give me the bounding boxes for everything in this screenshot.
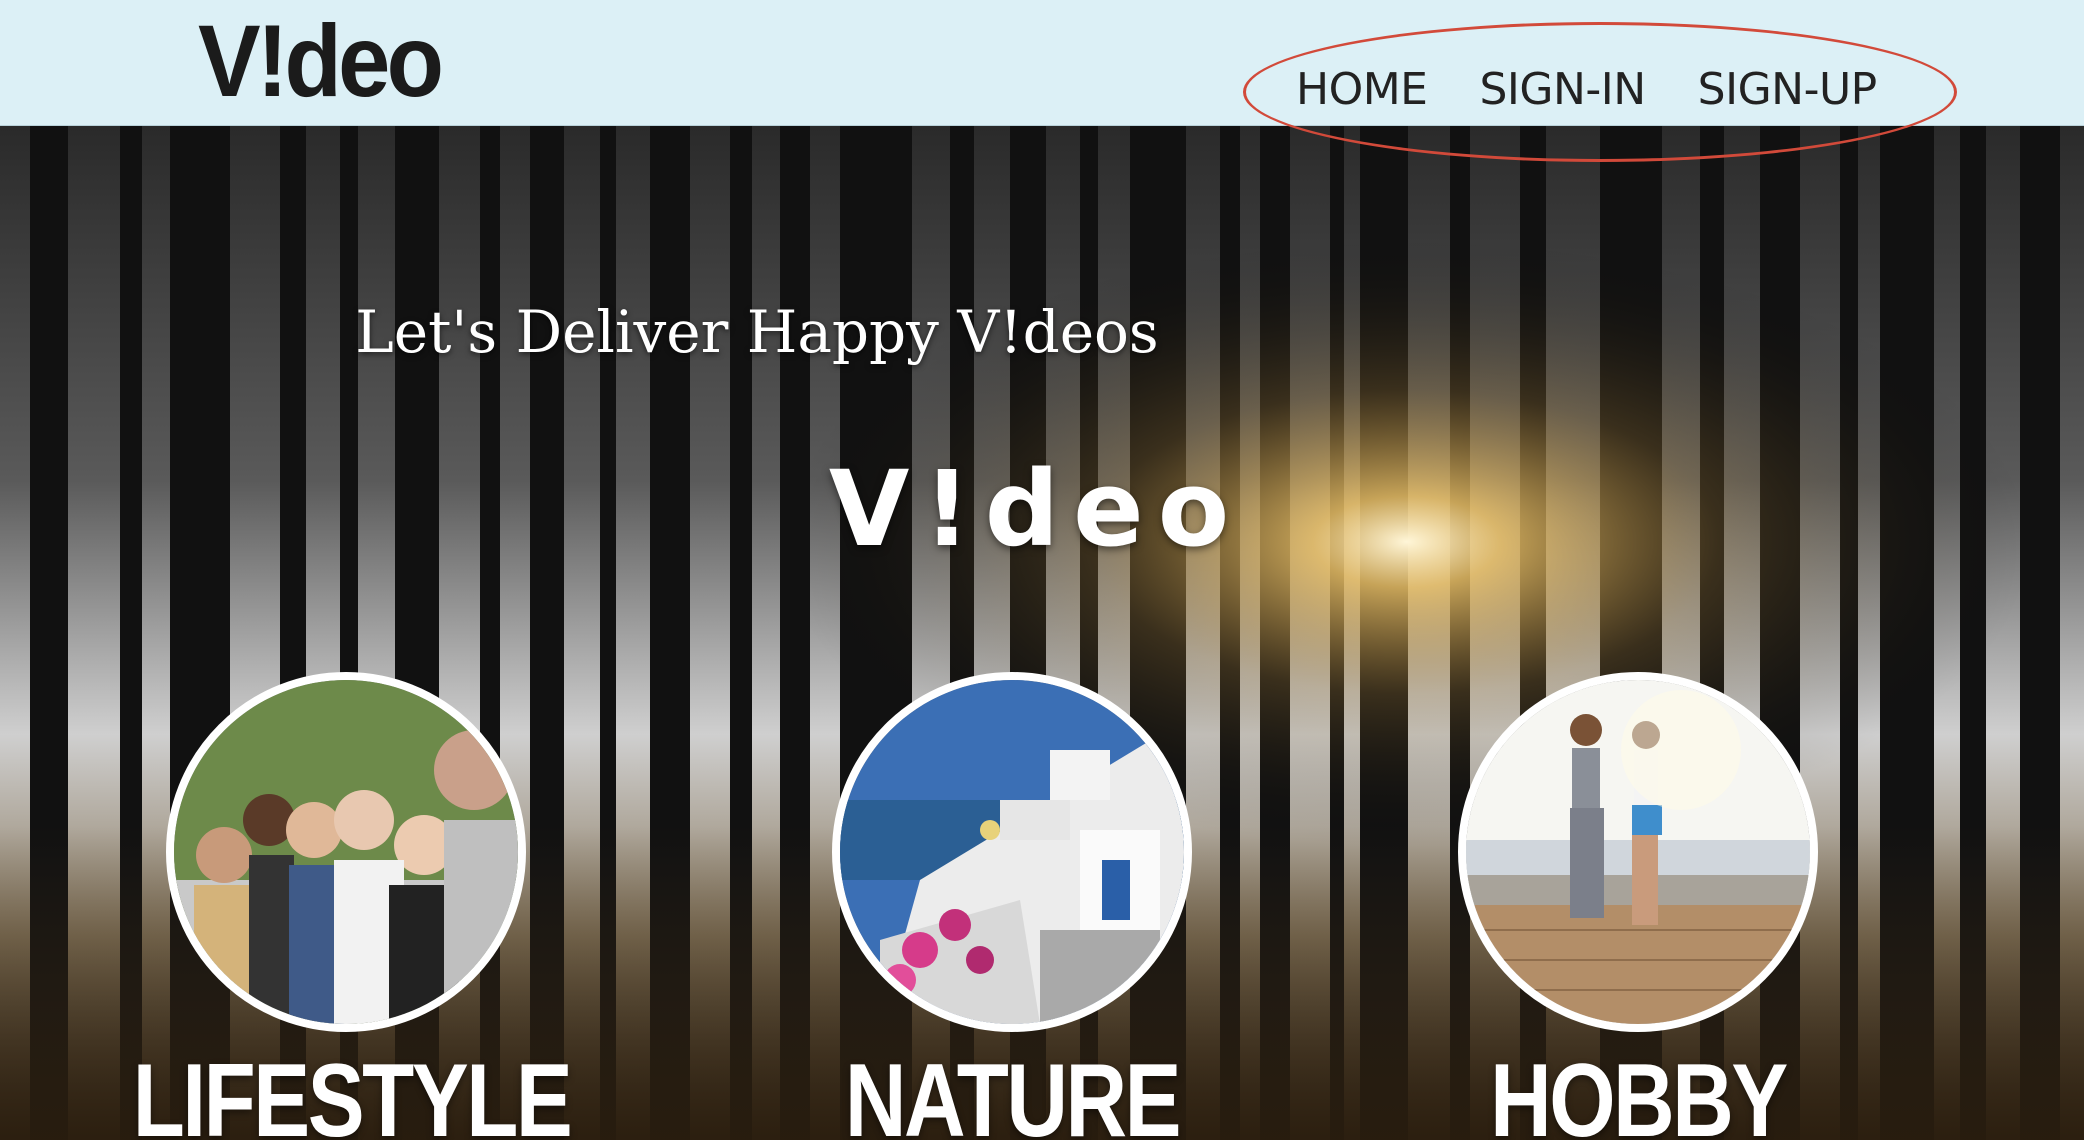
nav-sign-up-link[interactable]: SIGN-UP — [1698, 60, 1878, 120]
category-nature[interactable]: NATURE — [752, 672, 1272, 1140]
category-label-nature: NATURE — [844, 1043, 1182, 1140]
site-header: V!deo HOME SIGN-IN SIGN-UP — [0, 0, 2084, 162]
site-logo[interactable]: V!deo — [198, 6, 444, 116]
hero-section: Let's Deliver Happy V!deos V!deo LIFESTY… — [0, 126, 2084, 1140]
lifestyle-photo[interactable] — [166, 672, 526, 1032]
hobby-photo[interactable] — [1458, 672, 1818, 1032]
category-label-hobby: HOBBY — [1490, 1043, 1788, 1140]
category-lifestyle[interactable]: LIFESTYLE — [86, 672, 606, 1140]
main-nav: HOME SIGN-IN SIGN-UP — [1296, 60, 1877, 120]
category-hobby[interactable]: HOBBY — [1378, 672, 1898, 1140]
nav-sign-in-link[interactable]: SIGN-IN — [1479, 60, 1646, 120]
hero-tagline: Let's Deliver Happy V!deos — [355, 298, 1159, 366]
hero-logo: V!deo — [828, 448, 1244, 570]
category-label-lifestyle: LIFESTYLE — [132, 1043, 573, 1140]
nature-photo[interactable] — [832, 672, 1192, 1032]
nav-home-link[interactable]: HOME — [1296, 60, 1428, 120]
